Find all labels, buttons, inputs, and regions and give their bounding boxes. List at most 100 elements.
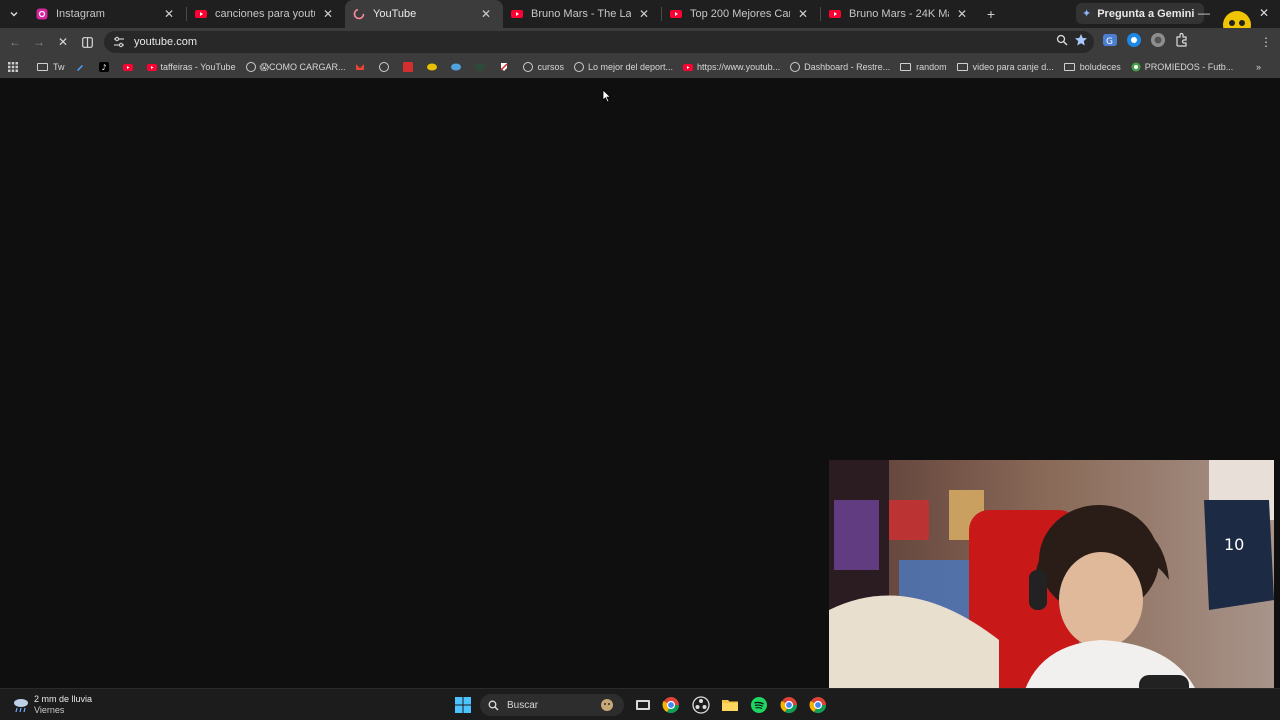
- youtube-icon: [195, 10, 207, 18]
- site-info-icon[interactable]: [112, 35, 126, 49]
- star-bookmark-icon[interactable]: [1074, 33, 1088, 47]
- youtube-icon: [670, 10, 682, 18]
- bookmark-label: 😱COMO CARGAR...: [259, 61, 346, 72]
- bookmark-random[interactable]: random: [895, 56, 952, 78]
- bookmark-label: taffeiras - YouTube: [160, 62, 236, 72]
- bookmark-pen[interactable]: [70, 56, 94, 78]
- folder-icon: [956, 63, 968, 71]
- youtube-icon: [511, 10, 523, 18]
- tab-top-200[interactable]: Top 200 Mejores Canciones de ✕: [662, 0, 820, 28]
- spotify-icon[interactable]: [750, 696, 768, 714]
- bookmark-tw[interactable]: Tw: [32, 56, 70, 78]
- search-highlight-icon: [601, 699, 613, 711]
- bookmark-blue[interactable]: [446, 56, 470, 78]
- apps-grid-icon[interactable]: [0, 56, 32, 78]
- windows-taskbar: 2 mm de lluvia Viernes Buscar: [0, 688, 1280, 720]
- pen-icon: [76, 65, 83, 71]
- bookmark-red[interactable]: [398, 56, 422, 78]
- bookmark-globe[interactable]: [374, 56, 398, 78]
- globe-icon: [523, 62, 534, 72]
- new-tab-button[interactable]: +: [979, 6, 1003, 22]
- chevron-down-icon: [10, 12, 18, 17]
- extensions-puzzle-icon[interactable]: [1174, 32, 1190, 48]
- zoom-icon[interactable]: [1056, 34, 1068, 46]
- bookmark-youtube-url[interactable]: https://www.youtub...: [678, 56, 785, 78]
- back-arrow-icon[interactable]: ←: [3, 30, 27, 54]
- bookmark-boludeces[interactable]: boludeces: [1059, 56, 1126, 78]
- bookmark-label: video para canje d...: [972, 62, 1054, 72]
- taskbar-search-box[interactable]: Buscar: [480, 694, 624, 716]
- search-icon: [488, 700, 499, 710]
- bookmark-taffeiras[interactable]: taffeiras - YouTube: [142, 56, 241, 78]
- folder-icon: [37, 63, 48, 71]
- file-explorer-icon[interactable]: [721, 696, 739, 714]
- bookmark-dark-globe[interactable]: [470, 56, 494, 78]
- bookmark-como-cargar[interactable]: 😱COMO CARGAR...: [241, 56, 351, 78]
- instagram-icon: [36, 8, 48, 20]
- globe-icon: [790, 62, 801, 72]
- tab-search-button[interactable]: [0, 0, 28, 28]
- close-icon[interactable]: ✕: [321, 7, 335, 21]
- task-view-icon[interactable]: [634, 696, 652, 714]
- bookmark-river[interactable]: [494, 56, 518, 78]
- tab-youtube[interactable]: YouTube ✕: [345, 0, 503, 28]
- kebab-menu-icon[interactable]: ⋮: [1254, 30, 1278, 54]
- tab-24k-magic[interactable]: Bruno Mars - 24K Magic (Offici ✕: [821, 0, 979, 28]
- bookmark-video-canje[interactable]: video para canje d...: [952, 56, 1059, 78]
- obs-icon[interactable]: [692, 696, 710, 714]
- windows-start-icon[interactable]: [454, 696, 472, 714]
- side-panel-icon[interactable]: [75, 30, 99, 54]
- forward-arrow-icon[interactable]: →: [27, 30, 51, 54]
- bookmark-label: Tw: [53, 62, 65, 72]
- bookmark-tiktok[interactable]: ♪: [94, 56, 118, 78]
- folder-icon: [900, 63, 912, 71]
- close-window-button[interactable]: ✕: [1259, 6, 1269, 20]
- gemini-button[interactable]: ✦ Pregunta a Gemini: [1076, 3, 1205, 24]
- tab-title: Bruno Mars - 24K Magic (Offici: [849, 8, 949, 20]
- weather-widget[interactable]: 2 mm de lluvia Viernes: [12, 694, 92, 716]
- bookmark-gmail[interactable]: [350, 56, 374, 78]
- stop-loading-icon[interactable]: ✕: [51, 30, 75, 54]
- tab-title: canciones para youtube 2016 -: [215, 8, 315, 20]
- globe-icon: [245, 62, 256, 72]
- bookmark-label: cursos: [537, 62, 564, 72]
- address-bar[interactable]: youtube.com: [104, 31, 1094, 53]
- chrome-profile-3-icon[interactable]: [809, 696, 827, 714]
- address-text: youtube.com: [134, 36, 197, 48]
- chrome-profile-2-icon[interactable]: [780, 696, 798, 714]
- tab-canciones[interactable]: canciones para youtube 2016 - ✕: [187, 0, 345, 28]
- tab-strip: Instagram ✕ canciones para youtube 2016 …: [0, 0, 1280, 39]
- close-icon[interactable]: ✕: [796, 7, 810, 21]
- bookmark-lo-mejor[interactable]: Lo mejor del deport...: [569, 56, 678, 78]
- svg-text:G: G: [1106, 37, 1113, 47]
- tab-instagram[interactable]: Instagram ✕: [28, 0, 186, 28]
- close-icon[interactable]: ✕: [162, 7, 176, 21]
- close-icon[interactable]: ✕: [479, 7, 493, 21]
- minimize-button[interactable]: —: [1198, 6, 1210, 20]
- bookmark-youtube[interactable]: [118, 56, 142, 78]
- folder-icon: [1063, 63, 1075, 71]
- rain-cloud-icon: [14, 699, 28, 713]
- extension-blue-icon[interactable]: [1126, 32, 1142, 48]
- tab-title: Instagram: [56, 8, 105, 20]
- gemini-sparkle-icon: ✦: [1082, 8, 1092, 20]
- taskbar-search-label: Buscar: [507, 699, 539, 711]
- tab-lazy-song[interactable]: Bruno Mars - The Lazy Song (O ✕: [503, 0, 661, 28]
- gemini-label: Pregunta a Gemini: [1097, 7, 1195, 20]
- extension-gray-icon[interactable]: [1150, 32, 1166, 48]
- bookmark-yellow[interactable]: [422, 56, 446, 78]
- tiktok-icon: ♪: [98, 62, 109, 72]
- bookmarks-overflow-icon[interactable]: »: [1251, 56, 1266, 78]
- bookmark-promiedos[interactable]: PROMIEDOS - Futb...: [1126, 56, 1239, 78]
- weather-main-text: 2 mm de lluvia: [34, 694, 93, 704]
- translate-extension-icon[interactable]: G: [1102, 32, 1118, 48]
- bookmark-dashboard[interactable]: Dashboard - Restre...: [785, 56, 895, 78]
- bookmark-cursos[interactable]: cursos: [518, 56, 569, 78]
- globe-icon: [573, 62, 584, 72]
- mouse-cursor-icon: [602, 89, 612, 103]
- loading-icon: [353, 8, 365, 20]
- close-icon[interactable]: ✕: [955, 7, 969, 21]
- youtube-icon: [829, 10, 841, 18]
- chrome-icon[interactable]: [662, 696, 680, 714]
- close-icon[interactable]: ✕: [637, 7, 651, 21]
